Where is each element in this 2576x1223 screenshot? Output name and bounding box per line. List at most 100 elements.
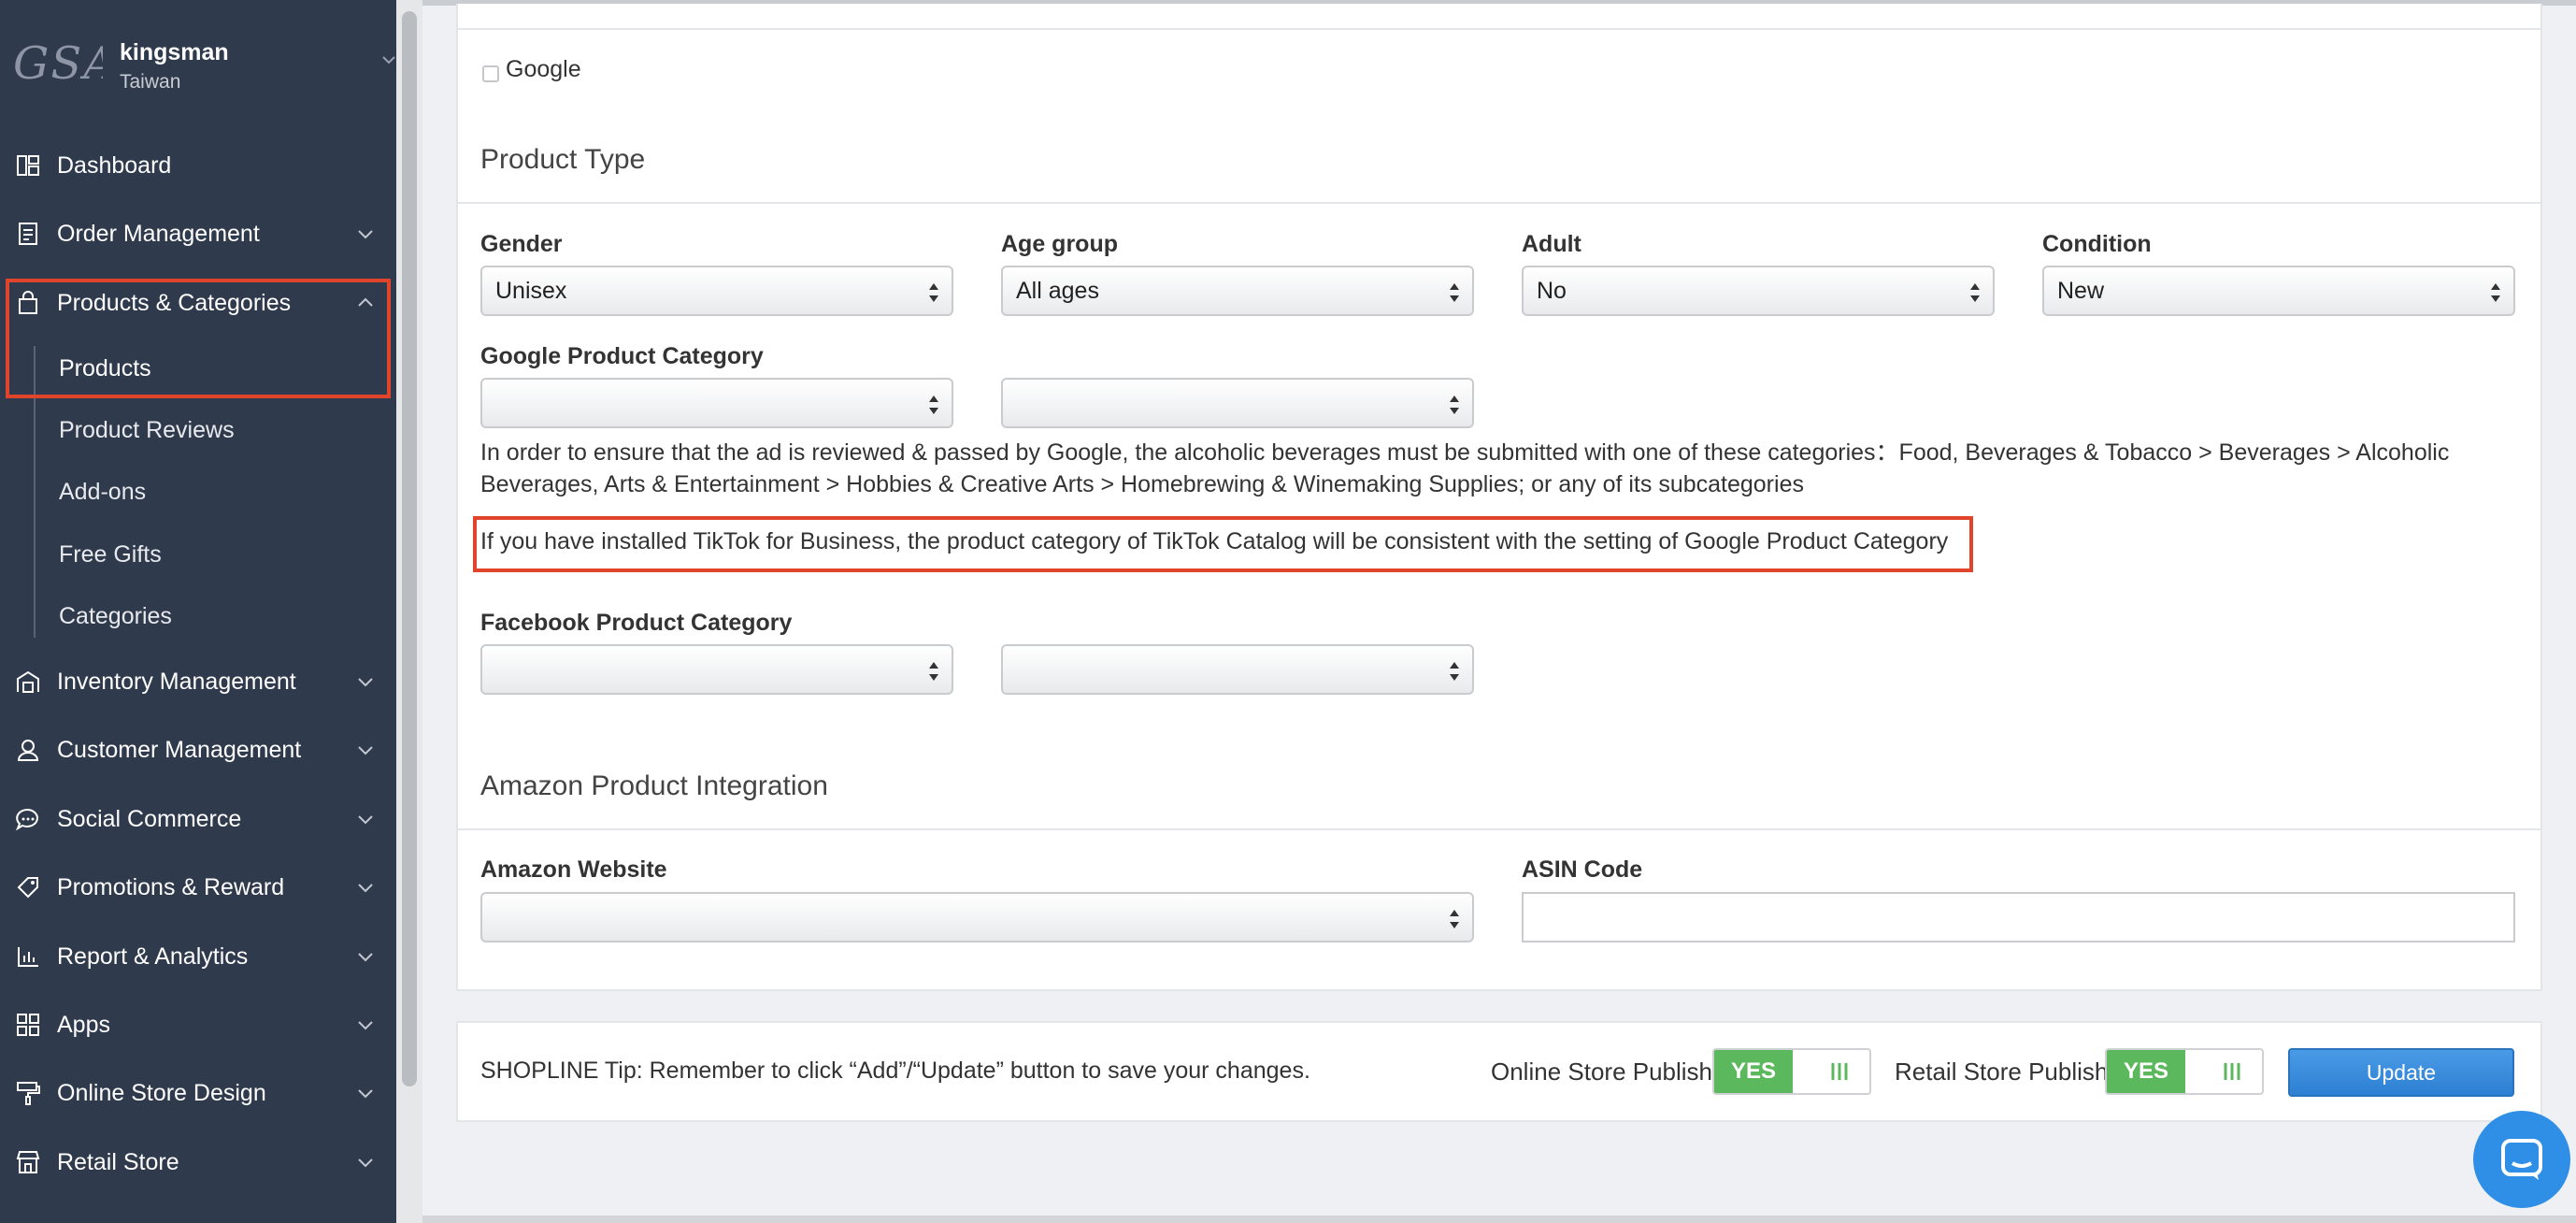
gender-select-value: Unisex [495,277,567,304]
sidebar-subitem-product-reviews[interactable]: Product Reviews [59,417,235,444]
facebook-category-select-level2[interactable] [1001,644,1474,695]
highlight-box-tiktok-note [473,516,1973,572]
sidebar-item-online-store-design[interactable]: Online Store Design [0,1065,396,1121]
toggle-grip-icon [1831,1063,1848,1080]
clipboard-icon [19,223,37,245]
sidebar-subitem-add-ons[interactable]: Add-ons [59,479,146,506]
sidebar-item-apps[interactable]: Apps [0,997,396,1053]
chevron-down-icon [358,230,373,239]
select-arrows-icon [1970,283,1980,302]
sidebar-scrollbar-thumb[interactable] [402,11,417,1086]
dashboard-icon [17,155,39,176]
select-arrows-icon [929,283,938,302]
adult-select-value: No [1537,277,1567,304]
amazon-website-select[interactable] [480,892,1474,942]
online-store-publish-label: Online Store Publish [1491,1058,1713,1086]
divider [458,828,2540,830]
store-name: kingsman [120,39,229,65]
google-category-select-level1[interactable] [480,378,953,428]
select-arrows-icon [1450,396,1459,414]
chevron-down-icon [382,56,395,65]
divider [458,28,2540,30]
tag-icon [17,877,38,899]
condition-label: Condition [2042,231,2152,257]
gender-label: Gender [480,231,563,257]
store-region: Taiwan [120,71,181,93]
chat-icon [15,808,38,831]
toggle-yes-label: YES [2107,1050,2185,1093]
sidebar-item-order-management[interactable]: Order Management [0,206,396,262]
retail-store-publish-toggle[interactable]: YES [2105,1048,2264,1095]
sidebar-item-label: Apps [57,1011,110,1038]
gender-select[interactable]: Unisex [480,266,953,316]
amazon-website-label: Amazon Website [480,856,667,883]
adult-select[interactable]: No [1522,266,1995,316]
sidebar-item-label: Retail Store [57,1148,179,1175]
highlight-box-products [6,279,391,398]
paint-roller-icon [17,1082,40,1105]
warehouse-icon [17,670,39,693]
facebook-product-category-label: Facebook Product Category [480,610,793,636]
update-button[interactable]: Update [2288,1048,2514,1097]
sidebar-item-dashboard[interactable]: Dashboard [0,137,396,194]
retail-store-publish-label: Retail Store Publish [1895,1058,2109,1086]
sidebar-item-label: Online Store Design [57,1079,266,1106]
select-arrows-icon [929,662,938,681]
bottom-edge [422,1216,2576,1223]
adult-label: Adult [1522,231,1581,257]
sidebar-item-label: Inventory Management [57,668,296,695]
shopline-tip: SHOPLINE Tip: Remember to click “Add”/“U… [480,1058,1310,1084]
google-category-help-text: In order to ensure that the ad is review… [480,439,2450,497]
toggle-grip-icon [2224,1063,2240,1080]
divider [458,202,2540,204]
asin-code-label: ASIN Code [1522,856,1643,883]
age-group-label: Age group [1001,231,1118,257]
sidebar-item-label: Customer Management [57,736,302,763]
google-checkbox[interactable] [482,65,499,82]
sidebar-item-label: Promotions & Reward [57,873,285,900]
store-switcher[interactable]: GSA kingsman Taiwan [0,0,396,122]
store-icon [16,1151,40,1173]
product-type-title: Product Type [480,144,646,175]
chevron-down-icon [358,746,373,755]
chevron-down-icon [358,678,373,687]
select-arrows-icon [2491,283,2500,302]
facebook-category-select-level1[interactable] [480,644,953,695]
sidebar-item-retail-store[interactable]: Retail Store [0,1134,396,1190]
chevron-down-icon [358,884,373,893]
sidebar-item-promotions-reward[interactable]: Promotions & Reward [0,859,396,915]
age-group-select[interactable]: All ages [1001,266,1474,316]
user-icon [17,740,39,761]
google-checkbox-label: Google [506,56,581,82]
asin-code-input[interactable] [1522,892,2515,942]
chevron-down-icon [358,815,373,825]
amazon-integration-title: Amazon Product Integration [480,770,828,801]
chevron-down-icon [358,1158,373,1168]
condition-select[interactable]: New [2042,266,2515,316]
condition-select-value: New [2057,277,2105,304]
toggle-yes-label: YES [1714,1050,1793,1093]
chart-icon [18,947,38,967]
sidebar-item-report-analytics[interactable]: Report & Analytics [0,928,396,985]
sidebar-item-label: Social Commerce [57,805,242,832]
sidebar-subitem-free-gifts[interactable]: Free Gifts [59,541,162,568]
sidebar-item-social-commerce[interactable]: Social Commerce [0,791,396,847]
select-arrows-icon [1450,283,1459,302]
select-arrows-icon [1450,910,1459,928]
age-group-select-value: All ages [1016,277,1099,304]
sidebar-item-customer-management[interactable]: Customer Management [0,722,396,778]
store-logo: GSA [13,37,103,90]
chevron-down-icon [358,1089,373,1099]
select-arrows-icon [929,396,938,414]
sidebar-item-inventory-management[interactable]: Inventory Management [0,654,396,710]
google-category-select-level2[interactable] [1001,378,1474,428]
chevron-down-icon [358,953,373,962]
sidebar-subitem-categories[interactable]: Categories [59,603,172,630]
sidebar-item-label: Report & Analytics [57,942,249,970]
chat-support-button[interactable] [2473,1111,2570,1208]
chevron-down-icon [358,1021,373,1030]
online-store-publish-toggle[interactable]: YES [1712,1048,1871,1095]
chat-icon [2501,1139,2542,1180]
sidebar-item-label: Order Management [57,220,260,247]
select-arrows-icon [1450,662,1459,681]
